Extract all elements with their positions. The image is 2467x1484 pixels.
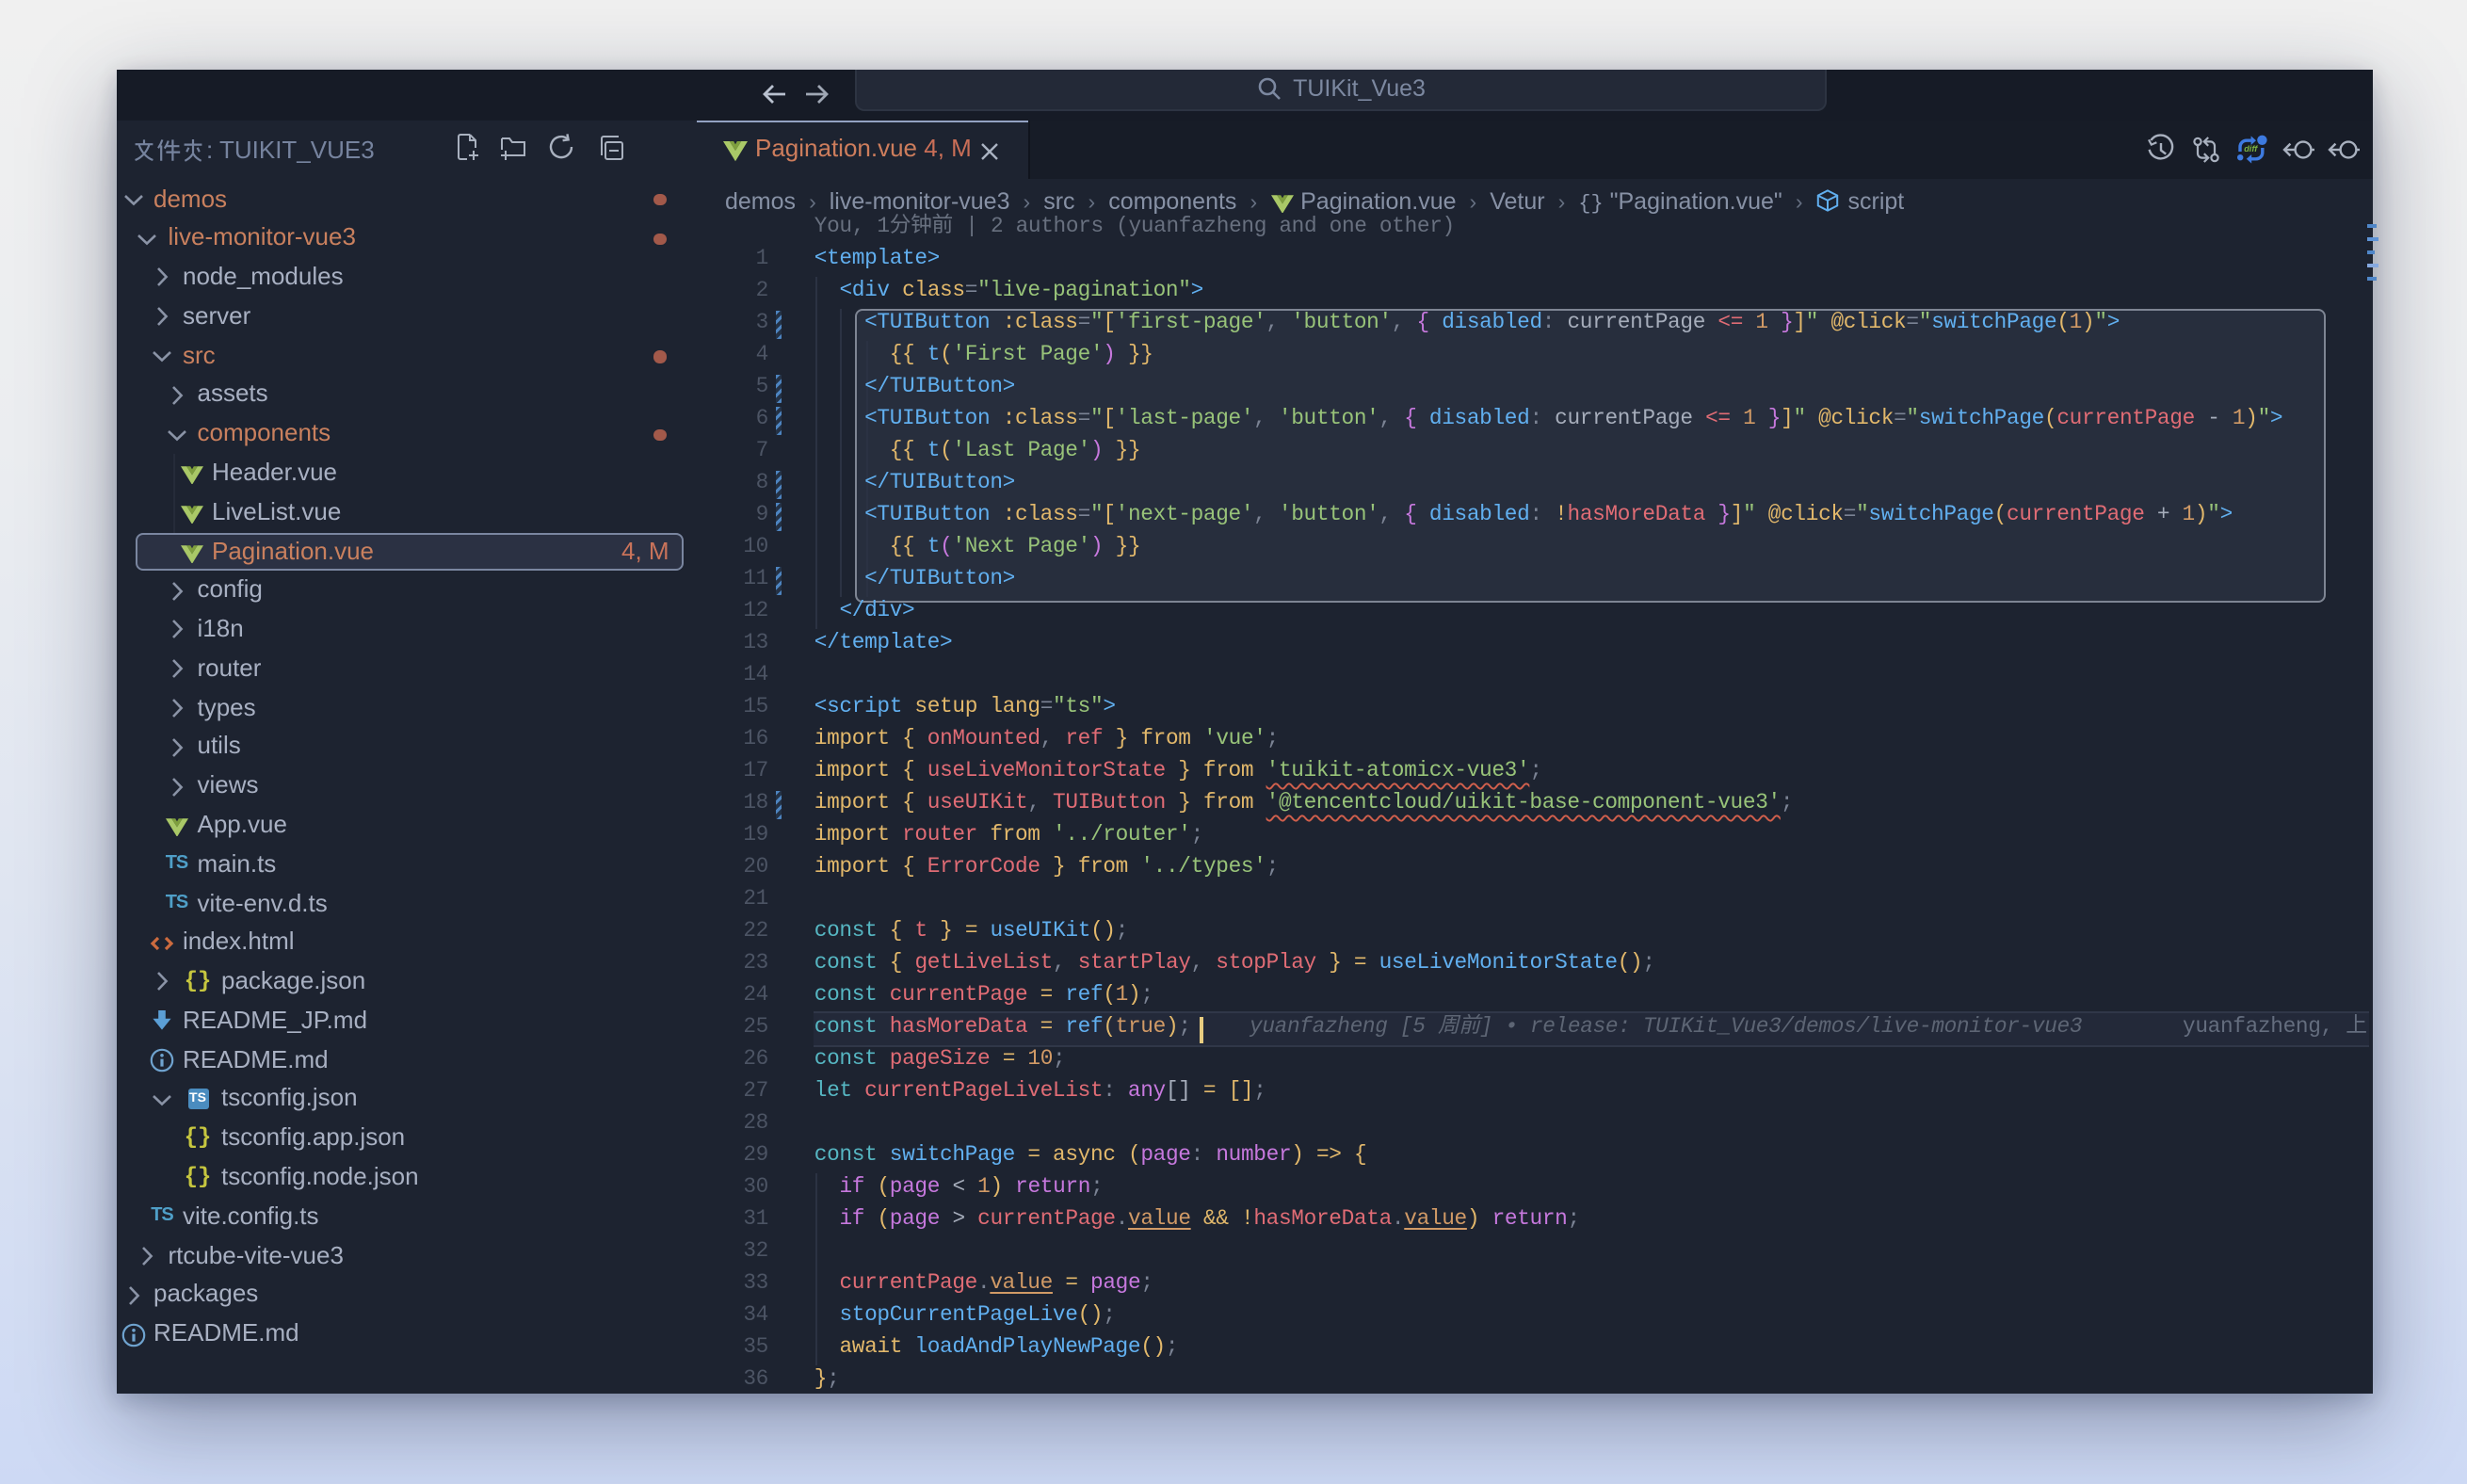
svg-text:diff: diff: [2244, 143, 2258, 153]
